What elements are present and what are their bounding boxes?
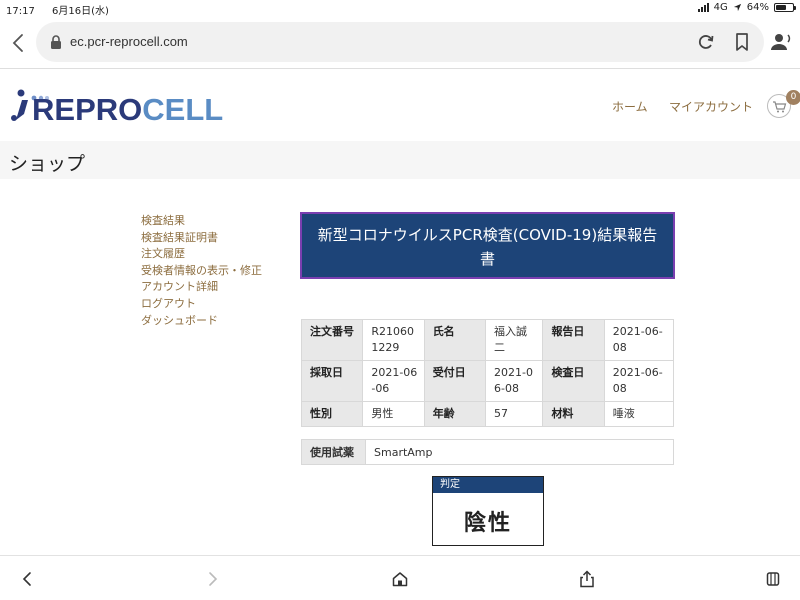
logo-text: REPROCELL [32,92,223,128]
back-arrow-icon[interactable] [18,570,36,588]
collection-date-label: 採取日 [300,360,364,402]
browser-toolbar: ec.pcr-reprocell.com [0,20,800,66]
report-title: 新型コロナウイルスPCR検査(COVID-19)結果報告書 [300,212,675,279]
lock-icon [51,35,61,49]
battery-percent: 64% [746,2,769,13]
browser-bottom-toolbar [0,555,800,600]
back-chevron-icon[interactable] [8,32,28,54]
collection-date-value: 2021-06-06 [362,360,425,402]
sidebar-item-certificate[interactable]: 検査結果証明書 [141,230,262,247]
sidebar-item-examinee-info[interactable]: 受検者情報の表示・修正 [141,263,262,280]
table-row: 使用試薬 SmartAmp [301,439,674,465]
name-value: 福入誠二 [485,319,544,361]
page-title: ショップ [9,153,86,175]
sidebar-item-test-results[interactable]: 検査結果 [141,213,262,230]
status-time: 17:17 [6,6,35,17]
test-date-label: 検査日 [542,360,605,402]
sidebar-item-account-details[interactable]: アカウント詳細 [141,279,262,296]
specimen-label: 材料 [542,401,605,427]
judgment-box: 判定 陰性 [432,476,544,546]
reagent-label: 使用試薬 [301,439,366,465]
name-label: 氏名 [423,319,487,361]
sex-value: 男性 [362,401,425,427]
age-value: 57 [485,401,544,427]
age-label: 年齢 [423,401,487,427]
sex-label: 性別 [300,401,364,427]
signal-icon [697,3,709,12]
judgment-result: 陰性 [463,511,512,536]
report-info-table: 注文番号 R210601229 氏名 福入誠二 報告日 2021-06-08 採… [300,319,675,427]
battery-icon [774,3,796,12]
sidebar-item-logout[interactable]: ログアウト [141,296,262,313]
home-icon[interactable] [391,570,409,588]
received-date-label: 受付日 [423,360,487,402]
address-bar[interactable]: ec.pcr-reprocell.com [36,22,764,62]
report-date-value: 2021-06-08 [603,319,675,361]
test-date-value: 2021-06-08 [603,360,675,402]
sidebar-item-dashboard[interactable]: ダッシュボード [141,313,262,330]
url-text[interactable]: ec.pcr-reprocell.com [70,34,188,49]
order-number-value: R210601229 [362,319,425,361]
toolbar-divider [0,68,800,69]
account-sidebar-menu: 検査結果 検査結果証明書 注文履歴 受検者情報の表示・修正 アカウント詳細 ログ… [141,213,262,329]
page-title-band: ショップ [0,141,800,179]
account-voice-icon[interactable] [770,31,792,53]
table-row: 性別 男性 年齢 57 材料 唾液 [300,401,675,427]
logo-text-main: REPRO [32,92,143,127]
tabs-icon[interactable] [764,570,782,588]
received-date-value: 2021-06-08 [485,360,544,402]
judgment-label: 判定 [433,477,543,493]
location-icon [733,3,741,12]
nav-my-account-link[interactable]: マイアカウント [669,98,753,115]
reload-icon[interactable] [696,32,716,52]
specimen-value: 唾液 [603,401,675,427]
network-label: 4G [713,2,728,13]
report-date-label: 報告日 [542,319,605,361]
status-bar: 17:17 6月16日(水) 4G 64% [0,0,800,17]
share-icon[interactable] [578,570,596,588]
cart-count-badge: 0 [786,90,800,105]
reagent-table: 使用試薬 SmartAmp [301,439,674,465]
bookmark-icon[interactable] [734,32,750,52]
table-row: 注文番号 R210601229 氏名 福入誠二 報告日 2021-06-08 [300,319,675,361]
order-number-label: 注文番号 [300,319,364,361]
status-date: 6月16日(水) [52,6,109,17]
table-row: 採取日 2021-06-06 受付日 2021-06-08 検査日 2021-0… [300,360,675,402]
logo-text-accent: CELL [142,92,224,127]
reprocell-logo[interactable]: REPROCELL [10,86,223,127]
nav-home-link[interactable]: ホーム [612,98,648,115]
battery-level [776,5,787,10]
reagent-value: SmartAmp [365,439,674,465]
forward-arrow-icon[interactable] [204,570,222,588]
sidebar-item-order-history[interactable]: 注文履歴 [141,246,262,263]
